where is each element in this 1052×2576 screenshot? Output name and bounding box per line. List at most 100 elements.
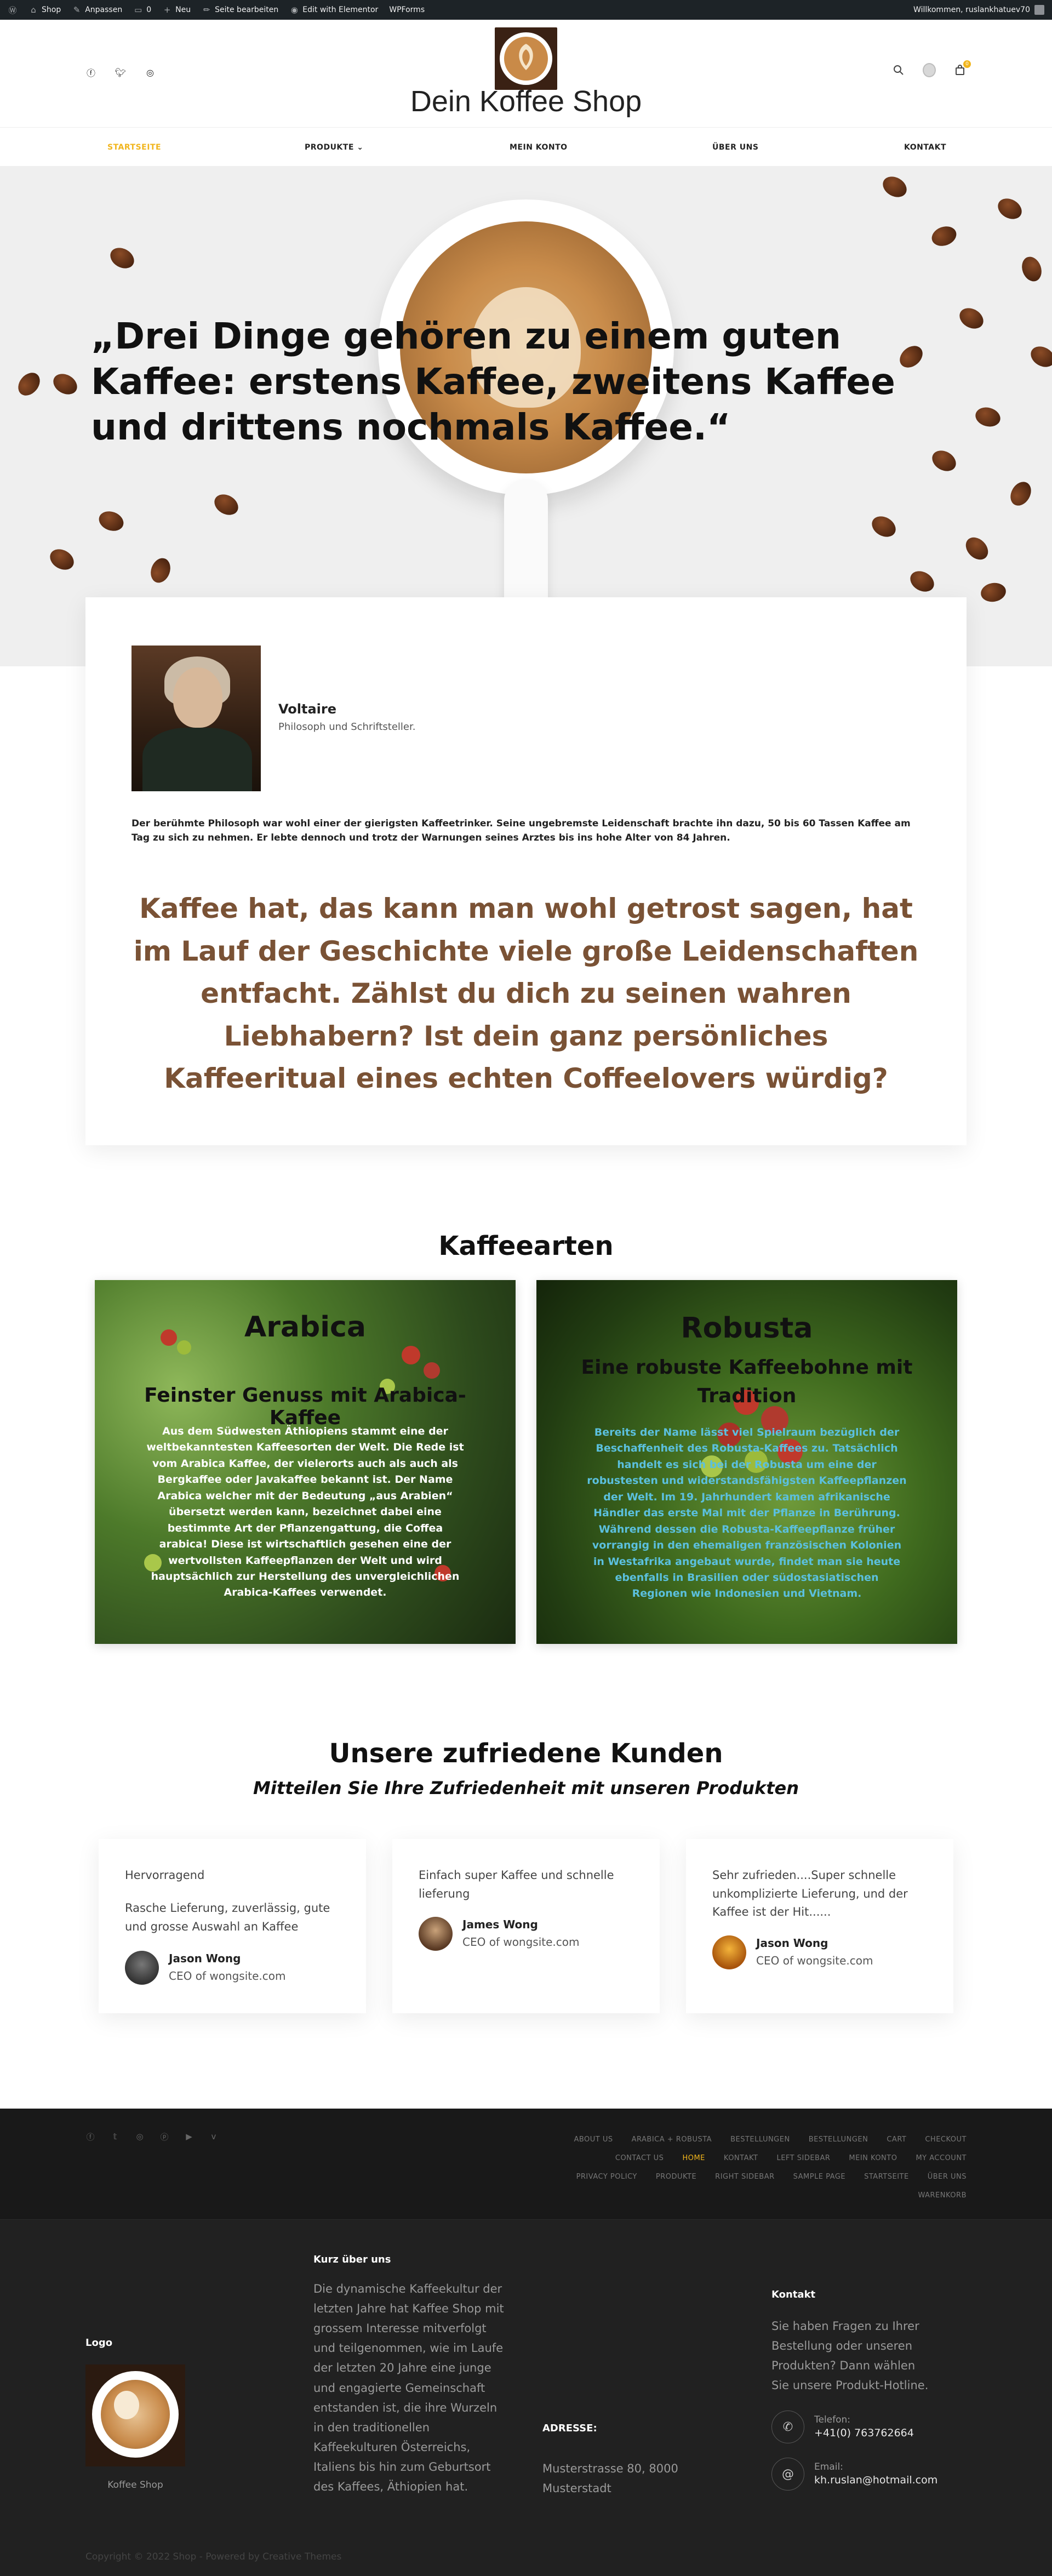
- admin-edit-page-label: Seite bearbeiten: [215, 5, 279, 14]
- nav-item-mein-konto[interactable]: MEIN KONTO: [510, 143, 568, 152]
- wordpress-icon: Ⓦ: [8, 5, 17, 15]
- hero-section: „Drei Dinge gehören zu einem guten Kaffe…: [0, 167, 1052, 666]
- site-title[interactable]: Dein Koffee Shop: [0, 84, 1052, 118]
- instagram-icon[interactable]: ◎: [145, 67, 156, 78]
- pinterest-icon[interactable]: ⓟ: [159, 2132, 169, 2142]
- admin-edit-page-link[interactable]: ✏ Seite bearbeiten: [202, 5, 278, 15]
- footer-menu-item[interactable]: BESTELLUNGEN: [730, 2131, 790, 2149]
- footer-menu-item-active[interactable]: HOME: [682, 2149, 705, 2168]
- footer-logo-heading: Logo: [85, 2337, 113, 2349]
- phone-number: +41(0) 763762664: [814, 2426, 914, 2439]
- footer-menu-item[interactable]: MY ACCOUNT: [916, 2149, 967, 2168]
- cart-icon[interactable]: 0: [953, 60, 971, 77]
- nav-item-produkte[interactable]: PRODUKTE ⌄: [305, 143, 364, 152]
- testimonial-role: CEO of wongsite.com: [462, 1935, 580, 1949]
- footer-email[interactable]: @ Email: kh.ruslan@hotmail.com: [771, 2458, 937, 2491]
- plus-icon: +: [163, 5, 171, 15]
- avatar: [419, 1917, 453, 1951]
- admin-comments-link[interactable]: ▭ 0: [133, 5, 151, 15]
- admin-comments-count: 0: [146, 5, 152, 14]
- admin-wpforms-link[interactable]: WPForms: [389, 5, 425, 14]
- admin-elementor-link[interactable]: ◉ Edit with Elementor: [289, 5, 379, 15]
- footer-top-bar: ⓕ 𝕥 ◎ ⓟ ▶ v ABOUT US ARABICA + ROBUSTA BES…: [0, 2109, 1052, 2219]
- robusta-text: Bereits der Name lässt viel Spielraum be…: [587, 1426, 907, 1600]
- footer-menu-item[interactable]: WARENKORB: [918, 2186, 967, 2205]
- testimonials-subheading: Mitteilen Sie Ihre Zufriedenheit mit uns…: [253, 1778, 799, 1798]
- header-social-links: ⓕ 🐦︎ ◎: [85, 67, 156, 79]
- email-address: kh.ruslan@hotmail.com: [814, 2474, 938, 2486]
- robusta-card: Robusta Eine robuste Kaffeebohne mit Tra…: [536, 1280, 957, 1644]
- testimonial-text: Sehr zufrieden....Super schnelle unkompl…: [712, 1869, 908, 1919]
- phone-icon: ✆: [771, 2411, 804, 2443]
- footer-menu-item[interactable]: PRIVACY POLICY: [576, 2168, 637, 2186]
- footer-menu-item[interactable]: ABOUT US: [574, 2131, 613, 2149]
- footer-menu: ABOUT US ARABICA + ROBUSTA BESTELLUNGEN BES…: [550, 2131, 967, 2205]
- comment-icon: ▭: [134, 5, 142, 15]
- youtube-icon[interactable]: ▶: [184, 2132, 194, 2141]
- admin-new-link[interactable]: + Neu: [162, 5, 191, 15]
- footer-menu-item[interactable]: STARTSEITE: [864, 2168, 909, 2186]
- facebook-icon[interactable]: ⓕ: [85, 2132, 95, 2142]
- footer-social-links: ⓕ 𝕥 ◎ ⓟ ▶ v: [85, 2132, 219, 2142]
- twitter-icon[interactable]: 𝕥: [110, 2132, 120, 2141]
- footer-menu-item[interactable]: BESTELLUNGEN: [809, 2131, 868, 2149]
- footer-about-text: Die dynamische Kaffeekultur der letzten …: [313, 2282, 504, 2494]
- search-icon[interactable]: [892, 64, 905, 77]
- footer-menu-item[interactable]: KONTAKT: [724, 2149, 758, 2168]
- admin-wpforms-label: WPForms: [389, 5, 425, 14]
- footer-menu-item[interactable]: RIGHT SIDEBAR: [715, 2168, 774, 2186]
- footer-menu-item[interactable]: PRODUKTE: [656, 2168, 696, 2186]
- wordpress-logo-button[interactable]: Ⓦ: [8, 5, 18, 15]
- footer-menu-item[interactable]: CHECKOUT: [925, 2131, 967, 2149]
- admin-account-menu[interactable]: Willkommen, ruslankhatuev70: [913, 5, 1044, 15]
- nav-item-ueber-uns[interactable]: ÜBER UNS: [712, 143, 758, 152]
- testimonial-card: Hervorragend Rasche Lieferung, zuverläss…: [99, 1839, 366, 2013]
- footer-menu-item[interactable]: ÜBER UNS: [928, 2168, 967, 2186]
- footer-menu-item[interactable]: MEIN KONTO: [849, 2149, 897, 2168]
- footer-phone[interactable]: ✆ Telefon: +41(0) 763762664: [771, 2411, 914, 2443]
- author-name: Voltaire: [278, 701, 336, 717]
- testimonial-role: CEO of wongsite.com: [169, 1969, 286, 1983]
- admin-customize-link[interactable]: ✎ Anpassen: [72, 5, 122, 15]
- home-icon: ⌂: [31, 5, 36, 15]
- author-bio: Der berühmte Philosoph war wohl einer de…: [132, 818, 911, 844]
- footer-menu-item[interactable]: LEFT SIDEBAR: [776, 2149, 830, 2168]
- footer-logo[interactable]: [85, 2364, 185, 2466]
- footer-menu-item[interactable]: CART: [887, 2131, 906, 2149]
- robusta-title: Robusta: [681, 1312, 813, 1345]
- testimonial-text: Einfach super Kaffee und schnelle liefer…: [419, 1869, 614, 1900]
- cart-count-badge: 0: [963, 60, 971, 68]
- footer-about-heading: Kurz über uns: [313, 2254, 391, 2265]
- testimonials-heading: Unsere zufriedene Kunden: [329, 1738, 723, 1769]
- voltaire-portrait: [132, 646, 261, 791]
- account-icon[interactable]: [923, 63, 936, 77]
- testimonial-role: CEO of wongsite.com: [756, 1954, 873, 1967]
- avatar: [125, 1951, 159, 1985]
- admin-bar: Ⓦ ⌂ Shop ✎ Anpassen ▭ 0 + Neu ✏ Seite bearbei…: [0, 0, 1052, 20]
- footer-contact-text: Sie haben Fragen zu Ihrer Bestellung ode…: [771, 2320, 929, 2392]
- footer-address-text: Musterstrasse 80, 8000 Musterstadt: [542, 2462, 678, 2495]
- footer-menu-item[interactable]: SAMPLE PAGE: [793, 2168, 846, 2186]
- testimonial-name: Jason Wong: [169, 1952, 241, 1965]
- site-logo[interactable]: [495, 27, 557, 90]
- footer-menu-item[interactable]: CONTACT US: [615, 2149, 664, 2168]
- nav-item-kontakt[interactable]: KONTAKT: [904, 143, 946, 152]
- nav-item-startseite[interactable]: STARTSEITE: [107, 143, 161, 152]
- user-avatar: [923, 63, 936, 77]
- vimeo-icon[interactable]: v: [209, 2132, 219, 2141]
- arabica-title: Arabica: [244, 1311, 366, 1344]
- main-navigation: STARTSEITE PRODUKTE ⌄ MEIN KONTO ÜBER UN…: [0, 127, 1052, 167]
- author-role: Philosoph und Schriftsteller.: [278, 721, 416, 733]
- footer-menu-item[interactable]: ARABICA + ROBUSTA: [632, 2131, 712, 2149]
- hero-quote: „Drei Dinge gehören zu einem guten Kaffe…: [91, 315, 895, 449]
- twitter-icon[interactable]: 🐦︎: [115, 67, 126, 78]
- testimonial-card: Sehr zufrieden....Super schnelle unkompl…: [686, 1839, 953, 2013]
- footer-contact-heading: Kontakt: [771, 2289, 816, 2300]
- avatar: [712, 1935, 746, 1969]
- testimonial-heading: Hervorragend: [125, 1869, 205, 1882]
- facebook-icon[interactable]: ⓕ: [85, 67, 96, 78]
- testimonial-card: Einfach super Kaffee und schnelle liefer…: [392, 1839, 660, 2013]
- testimonial-name: Jason Wong: [756, 1937, 828, 1950]
- instagram-icon[interactable]: ◎: [135, 2132, 145, 2141]
- admin-shop-link[interactable]: ⌂ Shop: [28, 5, 61, 15]
